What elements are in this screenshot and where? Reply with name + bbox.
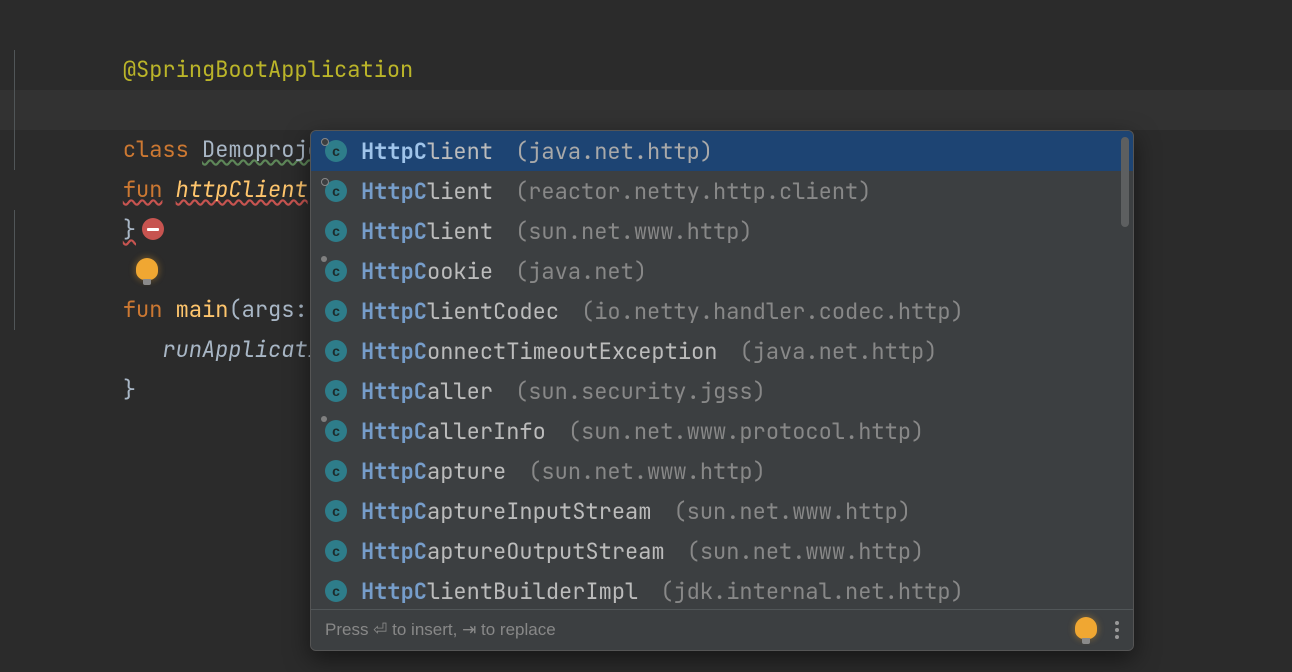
completion-item[interactable]: HttpCaptureOutputStream (sun.net.www.http… xyxy=(311,531,1133,571)
more-menu-icon[interactable] xyxy=(1115,621,1119,639)
completion-item-package: (io.netty.handler.codec.http) xyxy=(581,297,964,326)
class-icon xyxy=(325,340,347,362)
completion-item[interactable]: HttpClient (reactor.netty.http.client) xyxy=(311,171,1133,211)
code-line[interactable]: class DemoprojectApplication { xyxy=(0,50,1292,90)
completion-item-label: HttpClient xyxy=(361,217,493,246)
class-icon xyxy=(325,260,347,282)
code-completion-popup[interactable]: HttpClient (java.net.http) HttpClient (reac… xyxy=(310,130,1134,651)
completion-item-package: (sun.net.www.http) xyxy=(687,537,925,566)
completion-footer: Press ⏎ to insert, ⇥ to replace xyxy=(311,609,1133,650)
class-icon xyxy=(325,380,347,402)
completion-item[interactable]: HttpCallerInfo (sun.net.www.protocol.http… xyxy=(311,411,1133,451)
class-icon xyxy=(325,460,347,482)
completion-item-label: HttpConnectTimeoutException xyxy=(361,337,717,366)
completion-item[interactable]: HttpCapture (sun.net.www.http) xyxy=(311,451,1133,491)
completion-item-label: HttpCaller xyxy=(361,377,493,406)
completion-item[interactable]: HttpCaptureInputStream (sun.net.www.http) xyxy=(311,491,1133,531)
completion-item[interactable]: HttpClient (sun.net.www.http) xyxy=(311,211,1133,251)
brace-token: } xyxy=(123,375,136,404)
completion-item-package: (reactor.netty.http.client) xyxy=(515,177,871,206)
completion-item-package: (sun.net.www.http) xyxy=(528,457,766,486)
completion-item-label: HttpCookie xyxy=(361,257,493,286)
completion-item-package: (sun.net.www.protocol.http) xyxy=(568,417,924,446)
class-icon xyxy=(325,180,347,202)
completion-item-label: HttpClientBuilderImpl xyxy=(361,577,638,606)
class-icon xyxy=(325,540,347,562)
completion-item-label: HttpCallerInfo xyxy=(361,417,546,446)
completion-item[interactable]: HttpCaller (sun.security.jgss) xyxy=(311,371,1133,411)
completion-item-package: (java.net.http) xyxy=(739,337,937,366)
class-icon xyxy=(325,500,347,522)
completion-item-package: (java.net) xyxy=(515,257,647,286)
class-icon xyxy=(325,140,347,162)
completion-item-package: (sun.security.jgss) xyxy=(515,377,766,406)
code-line-current[interactable]: fun httpClient(): HttpC xyxy=(0,90,1292,130)
completion-item-package: (sun.net.www.http) xyxy=(515,217,753,246)
completion-item-label: HttpCaptureInputStream xyxy=(361,497,651,526)
completion-item-package: (jdk.internal.net.http) xyxy=(660,577,964,606)
popup-scrollbar[interactable] xyxy=(1121,137,1129,227)
class-icon xyxy=(325,220,347,242)
completion-list[interactable]: HttpClient (java.net.http) HttpClient (reac… xyxy=(311,131,1133,609)
completion-item[interactable]: HttpClientBuilderImpl (jdk.internal.net.h… xyxy=(311,571,1133,609)
class-icon xyxy=(325,420,347,442)
completion-item[interactable]: HttpClient (java.net.http) xyxy=(311,131,1133,171)
completion-item-label: HttpCapture xyxy=(361,457,506,486)
completion-item[interactable]: HttpCookie (java.net) xyxy=(311,251,1133,291)
completion-item[interactable]: HttpClientCodec (io.netty.handler.codec.h… xyxy=(311,291,1133,331)
completion-item-label: HttpClient xyxy=(361,177,493,206)
completion-item-label: HttpClient xyxy=(361,137,493,166)
completion-hint-text: Press ⏎ to insert, ⇥ to replace xyxy=(325,620,556,640)
completion-item-package: (sun.net.www.http) xyxy=(673,497,911,526)
code-line[interactable]: @SpringBootApplication xyxy=(0,10,1292,50)
class-icon xyxy=(325,580,347,602)
completion-item-label: HttpClientCodec xyxy=(361,297,559,326)
completion-item-label: HttpCaptureOutputStream xyxy=(361,537,665,566)
lightbulb-icon[interactable] xyxy=(1075,617,1097,639)
completion-item-package: (java.net.http) xyxy=(515,137,713,166)
class-icon xyxy=(325,300,347,322)
completion-item[interactable]: HttpConnectTimeoutException (java.net.htt… xyxy=(311,331,1133,371)
